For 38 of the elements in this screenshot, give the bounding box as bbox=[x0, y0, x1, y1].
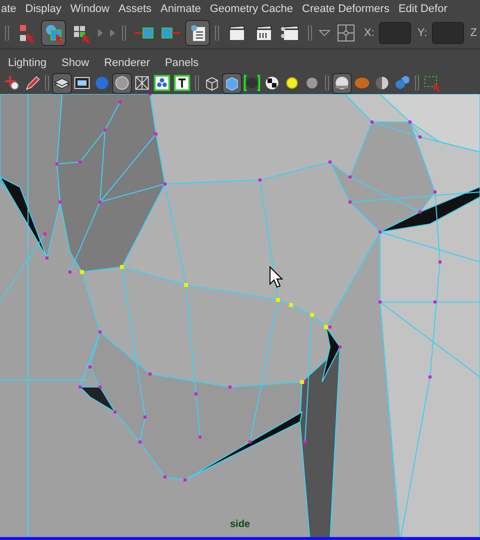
toolbar-button[interactable] bbox=[332, 72, 352, 94]
dropdown-icon bbox=[318, 30, 330, 36]
sphere-icon bbox=[243, 73, 261, 93]
coordinate-field[interactable] bbox=[379, 22, 412, 44]
viewport[interactable]: side bbox=[0, 94, 480, 540]
menu-item[interactable]: Display bbox=[25, 3, 62, 15]
toolbar-button[interactable] bbox=[52, 72, 72, 94]
menu-item[interactable]: Create Deformers bbox=[302, 3, 390, 15]
menu-item[interactable]: Animate bbox=[160, 3, 201, 15]
cursor-icon bbox=[269, 266, 283, 288]
coordinate-label: Y: bbox=[417, 27, 428, 39]
object-select-icon bbox=[44, 23, 64, 43]
toolbar-button[interactable] bbox=[41, 20, 66, 46]
clapperboard-icon bbox=[254, 23, 274, 43]
toolbar-button[interactable] bbox=[172, 72, 192, 94]
clapperboard-icon bbox=[226, 23, 246, 43]
menu-item[interactable]: ate bbox=[1, 3, 16, 15]
coordinate-field[interactable] bbox=[432, 22, 464, 44]
toolbar-button[interactable] bbox=[242, 72, 262, 94]
menu-item[interactable]: Edit Defor bbox=[398, 3, 448, 15]
camera-label: side bbox=[230, 519, 250, 530]
menu-item[interactable]: Show bbox=[62, 57, 90, 69]
toolbar-button[interactable] bbox=[222, 72, 242, 94]
clapperboard-icon bbox=[280, 23, 300, 43]
menu-item[interactable]: Lighting bbox=[8, 57, 47, 69]
menu-item[interactable]: Panels bbox=[164, 57, 199, 69]
coordinate-label: Z bbox=[470, 27, 477, 39]
toolbar-button[interactable] bbox=[152, 72, 172, 94]
menu-item[interactable]: Renderer bbox=[104, 57, 150, 69]
toolbar-button[interactable] bbox=[185, 20, 210, 46]
coordinate-label: X: bbox=[364, 27, 374, 39]
menu-item[interactable]: Window bbox=[70, 3, 110, 15]
menu-item[interactable]: Geometry Cache bbox=[210, 3, 294, 15]
crosshair-icon bbox=[336, 23, 356, 43]
toolbar-button[interactable] bbox=[112, 72, 132, 94]
menu-item[interactable]: Assets bbox=[118, 3, 152, 15]
text-icon bbox=[173, 73, 191, 93]
dots-icon bbox=[153, 73, 171, 93]
